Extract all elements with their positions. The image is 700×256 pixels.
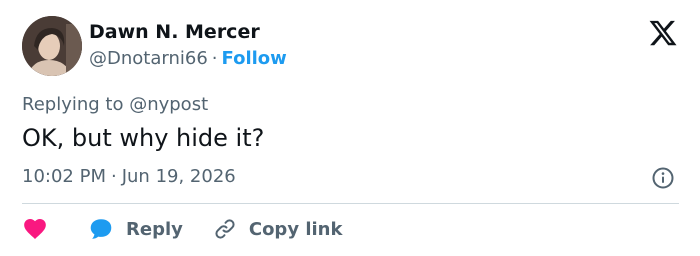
tweet-text: OK, but why hide it?	[22, 124, 265, 152]
author-handle-row: @Dnotarni66 · Follow	[89, 48, 287, 69]
tweet-timestamp[interactable]: 10:02 PM · Jun 19, 2026	[22, 166, 236, 187]
reply-label: Reply	[126, 218, 183, 240]
info-icon[interactable]	[651, 166, 675, 190]
author-handle[interactable]: @Dnotarni66	[89, 48, 208, 69]
speech-bubble-icon	[88, 216, 114, 242]
timestamp-separator: ·	[110, 166, 117, 187]
author-display-name[interactable]: Dawn N. Mercer	[89, 21, 260, 43]
avatar[interactable]	[22, 16, 82, 76]
divider	[22, 203, 679, 204]
copy-link-button[interactable]: Copy link	[213, 217, 343, 241]
tweet-date: Jun 19, 2026	[121, 166, 236, 187]
replying-to-text: Replying to @nypost	[22, 94, 209, 115]
link-icon	[213, 217, 237, 241]
tweet-time: 10:02 PM	[22, 166, 106, 187]
follow-button[interactable]: Follow	[222, 48, 287, 69]
reply-button[interactable]: Reply	[88, 216, 183, 242]
tweet-actions: Reply Copy link	[22, 215, 342, 243]
copy-link-label: Copy link	[248, 218, 343, 240]
embedded-tweet-card: Dawn N. Mercer @Dnotarni66 · Follow Replyi…	[0, 0, 700, 256]
separator-dot: ·	[211, 48, 218, 69]
heart-icon[interactable]	[22, 216, 48, 242]
x-logo-icon[interactable]	[648, 18, 678, 48]
